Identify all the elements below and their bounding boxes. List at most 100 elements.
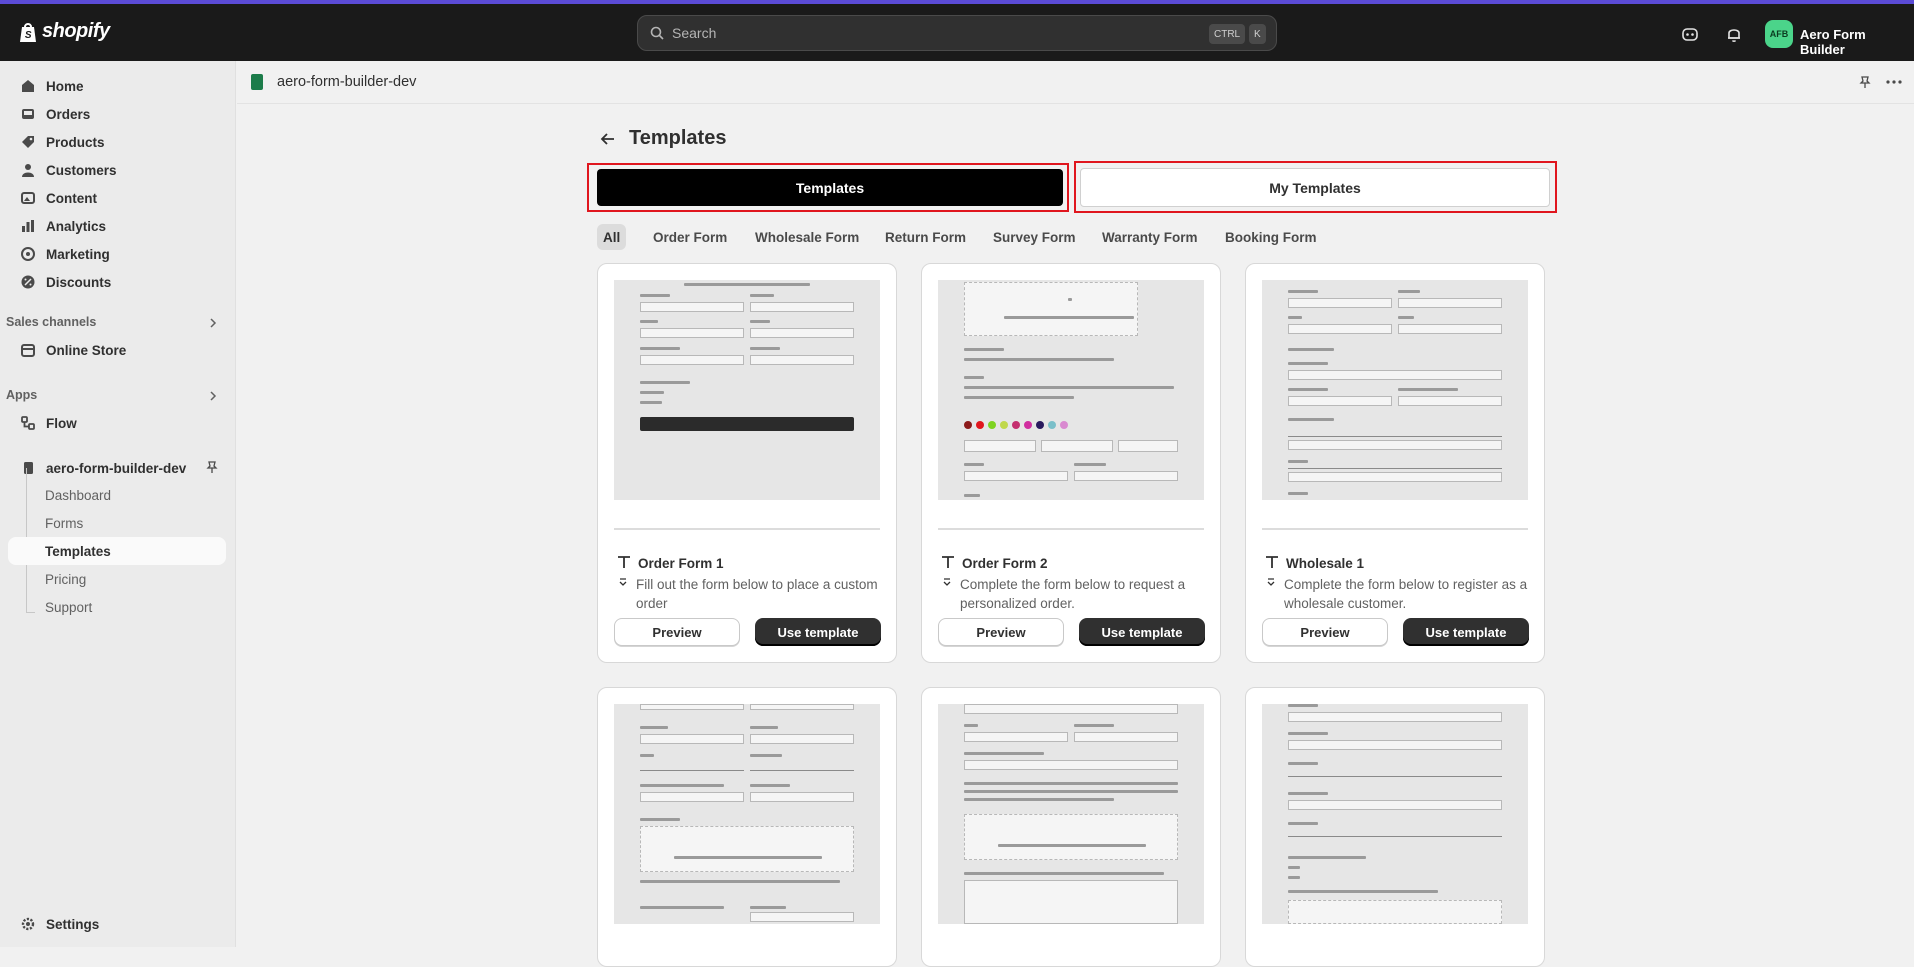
card-description: Complete the form below to request a per… (960, 577, 1186, 611)
filter-booking-form[interactable]: Booking Form (1219, 224, 1323, 250)
person-icon (22, 164, 34, 177)
filter-order-form[interactable]: Order Form (647, 224, 733, 250)
chevron-down-icon (943, 578, 951, 586)
filter-warranty-form[interactable]: Warranty Form (1096, 224, 1204, 250)
sidebar-item-dashboard[interactable]: Dashboard (8, 481, 226, 509)
sidebar-item-label: Discounts (46, 274, 112, 290)
more-icon[interactable] (1885, 75, 1903, 89)
tab-my-templates[interactable]: My Templates (1080, 168, 1550, 207)
pin-icon[interactable] (1858, 75, 1872, 89)
sidebar-item-label: Orders (46, 106, 91, 122)
filter-wholesale-form[interactable]: Wholesale Form (749, 224, 865, 250)
chevron-down-icon (1267, 578, 1275, 586)
filter-survey-form[interactable]: Survey Form (987, 224, 1082, 250)
search-input[interactable]: Search CTRL K (637, 15, 1277, 51)
card-title: Order Form 1 (638, 556, 724, 571)
tag-icon (22, 136, 34, 148)
sidebar-item-label: Products (46, 134, 105, 150)
sidebar-item-label: aero-form-builder-dev (46, 460, 187, 476)
flow-icon (21, 416, 35, 430)
store-name[interactable]: Aero Form Builder (1800, 27, 1914, 57)
card-description: Complete the form below to register as a… (1284, 577, 1528, 611)
sidebar-item-label: Home (46, 78, 84, 94)
target-icon (21, 247, 35, 261)
svg-text:S: S (25, 30, 32, 41)
gear-icon (21, 917, 35, 931)
pin-icon[interactable] (205, 460, 219, 474)
shortcut-k-key: K (1249, 24, 1266, 44)
card-divider (938, 528, 1204, 530)
template-thumbnail[interactable] (614, 280, 880, 500)
preview-button[interactable]: Preview (1262, 618, 1388, 646)
avatar[interactable]: AFB (1765, 20, 1793, 48)
sidebar-item-forms[interactable]: Forms (8, 509, 226, 537)
home-icon (22, 80, 34, 92)
sidebar-item-label: Flow (46, 415, 77, 431)
app-icon (251, 74, 263, 90)
app-title-bar: aero-form-builder-dev (237, 61, 1914, 104)
sidebar-item-label: Marketing (46, 246, 110, 262)
template-card: Order Form 1 Fill out the form below to … (597, 263, 897, 663)
sidebar-item-content[interactable]: Content (8, 184, 226, 212)
template-thumbnail[interactable] (938, 704, 1204, 924)
tab-templates[interactable]: Templates (597, 169, 1063, 206)
template-card: Wholesale 1 Complete the form below to r… (1245, 263, 1545, 663)
logo-text: shopify (42, 20, 110, 42)
sidebar-item-analytics[interactable]: Analytics (8, 212, 226, 240)
sidebar-item-label: Online Store (46, 342, 127, 358)
use-template-button[interactable]: Use template (755, 618, 881, 646)
sidebar-item-flow[interactable]: Flow (8, 409, 226, 437)
card-title: Wholesale 1 (1286, 556, 1365, 571)
sales-channels-heading[interactable]: Sales channels (6, 315, 96, 329)
chevron-down-icon (619, 578, 627, 586)
template-thumbnail[interactable] (1262, 704, 1528, 924)
sidebar: Home Orders Products Customers Content A… (0, 61, 236, 947)
sidebar-item-marketing[interactable]: Marketing (8, 240, 226, 268)
apps-heading[interactable]: Apps (6, 388, 37, 402)
card-description: Fill out the form below to place a custo… (636, 577, 878, 611)
app-name: aero-form-builder-dev (277, 74, 417, 90)
store-icon (21, 344, 35, 357)
sidebar-item-orders[interactable]: Orders (8, 100, 226, 128)
card-divider (614, 528, 880, 530)
filter-return-form[interactable]: Return Form (879, 224, 972, 250)
text-icon (618, 556, 630, 568)
sidebar-item-support[interactable]: Support (8, 593, 226, 621)
template-thumbnail[interactable] (1262, 280, 1528, 500)
template-thumbnail[interactable] (614, 704, 880, 924)
sidebar-item-label: Customers (46, 162, 117, 178)
sidebar-item-templates[interactable]: Templates (8, 537, 226, 565)
sidekick-icon[interactable] (1680, 24, 1700, 44)
filter-all[interactable]: All (597, 224, 627, 250)
chevron-right-icon[interactable] (207, 390, 219, 402)
sidebar-item-pricing[interactable]: Pricing (8, 565, 226, 593)
sidebar-item-products[interactable]: Products (8, 128, 226, 156)
sidebar-item-online-store[interactable]: Online Store (8, 336, 226, 364)
image-icon (21, 192, 35, 204)
sidebar-item-discounts[interactable]: Discounts (8, 268, 226, 296)
sidebar-item-label: Settings (46, 916, 100, 932)
text-icon (1266, 556, 1278, 568)
card-divider (1262, 528, 1528, 530)
shortcut-ctrl-key: CTRL (1209, 24, 1246, 44)
bell-icon[interactable] (1724, 24, 1744, 44)
sidebar-item-app[interactable]: aero-form-builder-dev (8, 454, 226, 482)
template-card (921, 687, 1221, 967)
chevron-right-icon[interactable] (207, 317, 219, 329)
preview-button[interactable]: Preview (938, 618, 1064, 646)
use-template-button[interactable]: Use template (1403, 618, 1529, 646)
search-placeholder: Search (672, 25, 717, 41)
template-card (597, 687, 897, 967)
use-template-button[interactable]: Use template (1079, 618, 1205, 646)
sidebar-item-settings[interactable]: Settings (8, 910, 226, 938)
sidebar-item-customers[interactable]: Customers (8, 156, 226, 184)
back-arrow-icon[interactable] (598, 129, 618, 149)
sidebar-item-home[interactable]: Home (8, 72, 226, 100)
preview-button[interactable]: Preview (614, 618, 740, 646)
template-card (1245, 687, 1545, 967)
shopify-bag-icon: S (20, 22, 36, 42)
template-thumbnail[interactable] (938, 280, 1204, 500)
sidebar-item-label: Content (46, 190, 97, 206)
shopify-logo[interactable]: S shopify (18, 20, 110, 43)
sidebar-item-label: Analytics (46, 218, 107, 234)
